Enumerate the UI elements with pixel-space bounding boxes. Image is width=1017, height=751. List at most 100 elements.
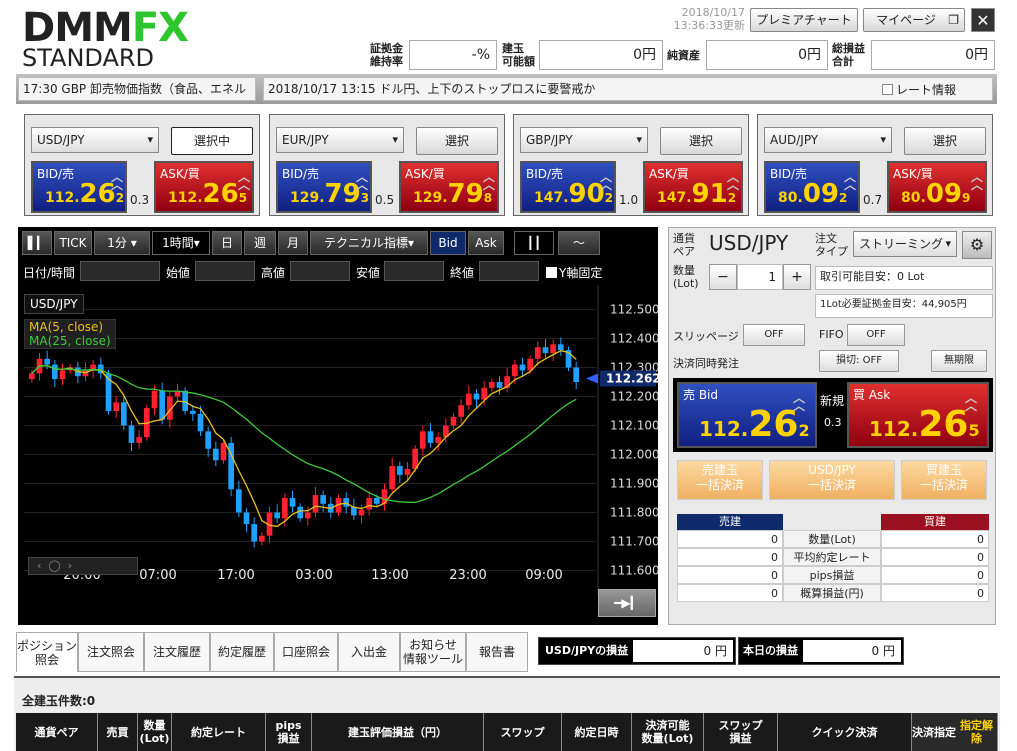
candle-body	[197, 413, 204, 432]
candle-body	[151, 390, 158, 409]
ma5-line	[31, 349, 577, 528]
candle-body	[259, 535, 265, 542]
pair-select-button[interactable]: 選択中	[171, 127, 253, 155]
pair-select-button[interactable]: 選択	[416, 127, 498, 155]
spread-value: 1.0	[619, 193, 639, 207]
order-type-label: 注文 タイプ	[815, 232, 848, 258]
chart-panel[interactable]: ▌▎ TICK 1分 ▾ 1時間▾ 日 週 月 テクニカル指標▾ Bid Ask…	[18, 227, 658, 625]
slippage-toggle[interactable]: OFF	[743, 324, 805, 346]
pair-select[interactable]: AUD/JPY	[764, 127, 892, 153]
buy-value: 0	[881, 584, 989, 602]
tab-2[interactable]: 注文履歴	[144, 632, 210, 672]
tab-6[interactable]: お知らせ 情報ツール	[400, 632, 466, 672]
ask-button[interactable]: ASK/買 112.265 ︿ ︿	[154, 161, 254, 213]
sell-bid-button[interactable]: 売 Bid 112.262 ︿ ︿	[677, 382, 817, 448]
tab-5[interactable]: 入出金	[338, 632, 400, 672]
chevron-up-icon: ︿ ︿	[793, 391, 806, 413]
pair-select[interactable]: USD/JPY	[31, 127, 159, 153]
sell-value: 0	[677, 566, 783, 584]
settle-order-label: 決済同時発注	[673, 357, 739, 370]
buy-position-settle-all-button[interactable]: 買建玉 一括決済	[901, 460, 987, 500]
position-count: 全建玉件数:0	[22, 694, 96, 708]
month-button[interactable]: 月	[278, 231, 308, 255]
candle-body	[236, 489, 242, 513]
pair-settle-all-button[interactable]: USD/JPY 一括決済	[769, 460, 895, 500]
candle-style-icon[interactable]: ▌▎	[22, 231, 52, 255]
tab-1[interactable]: 注文照会	[78, 632, 144, 672]
order-type-select[interactable]: ストリーミング	[853, 231, 957, 257]
candle-body	[220, 442, 227, 461]
settings-gear-icon[interactable]: ⚙	[962, 231, 992, 259]
quantity-input[interactable]: 1	[737, 264, 783, 290]
y-tick-label: 111.600	[610, 564, 658, 578]
col-header-11: 決済指定 指定解除	[912, 713, 998, 751]
close-button[interactable]: ✕	[971, 8, 995, 32]
chevron-up-icon: ︿ ︿	[965, 391, 978, 413]
tab-7[interactable]: 報告書	[466, 632, 528, 672]
bid-toggle[interactable]: Bid	[430, 231, 466, 255]
candle-body	[427, 431, 434, 443]
interval-1hour-select[interactable]: 1時間▾	[152, 231, 210, 255]
fifo-toggle[interactable]: OFF	[847, 324, 905, 346]
economic-ticker[interactable]: 17:30 GBP 卸売物価指数（食品、エネル	[18, 77, 256, 101]
logo-subtitle: STANDARD	[22, 44, 155, 72]
bid-button[interactable]: BID/売 80.092 ︿ ︿	[764, 161, 860, 213]
position-row-label: 平均約定レート	[783, 548, 881, 566]
col-header-2: 数量 (Lot)	[138, 713, 172, 751]
candle-body	[558, 344, 564, 351]
sell-value: 0	[677, 548, 783, 566]
clear-designation[interactable]: 指定解除	[956, 719, 997, 745]
pair-select[interactable]: GBP/JPY	[520, 127, 648, 153]
ask-button[interactable]: ASK/買 129.798 ︿ ︿	[399, 161, 499, 213]
ask-toggle[interactable]: Ask	[468, 231, 504, 255]
low-field	[384, 261, 444, 281]
candlestick-icon[interactable]: ┃┃	[514, 231, 554, 255]
net-assets-label: 純資産	[667, 49, 700, 62]
rate-info-toggle[interactable]: レート情報	[882, 81, 956, 98]
bid-button[interactable]: BID/売 112.262 ︿ ︿	[31, 161, 127, 213]
buy-ask-button[interactable]: 買 Ask 112.265 ︿ ︿	[847, 382, 989, 448]
position-row-label: 数量(Lot)	[783, 530, 881, 548]
pair-select-button[interactable]: 選択	[904, 127, 986, 155]
tab-4[interactable]: 口座照会	[274, 632, 338, 672]
y-axis-fix-checkbox[interactable]	[546, 267, 557, 278]
interval-1min-select[interactable]: 1分 ▾	[94, 231, 150, 255]
total-pl-value: 0円	[871, 40, 995, 70]
candle-body	[213, 448, 219, 461]
line-chart-icon[interactable]: 〜	[558, 231, 600, 255]
candle-body	[282, 498, 288, 519]
candle-body	[52, 364, 58, 380]
candle-body	[466, 393, 472, 406]
technical-indicator-select[interactable]: テクニカル指標▾	[310, 231, 428, 255]
y-axis-fix-toggle[interactable]: Y軸固定	[546, 264, 602, 281]
open-field	[195, 261, 255, 281]
sell-position-settle-all-button[interactable]: 売建玉 一括決済	[677, 460, 763, 500]
update-time: 2018/10/17 13:36:33更新	[673, 6, 745, 32]
pair-panel-0: USD/JPY 選択中 BID/売 112.262 ︿︿ 0.3 ASK/買 1…	[24, 114, 260, 216]
bid-button[interactable]: BID/売 147.902 ︿ ︿	[520, 161, 616, 213]
week-button[interactable]: 週	[244, 231, 276, 255]
tick-button[interactable]: TICK	[54, 231, 92, 255]
tab-3[interactable]: 約定履歴	[210, 632, 274, 672]
ask-price: 147.912	[657, 179, 737, 209]
day-button[interactable]: 日	[212, 231, 242, 255]
pair-select[interactable]: EUR/JPY	[276, 127, 404, 153]
qty-plus-button[interactable]: +	[783, 264, 811, 290]
ask-button[interactable]: ASK/買 147.912 ︿ ︿	[643, 161, 743, 213]
order-spread: 0.3	[824, 416, 842, 429]
stop-loss-toggle[interactable]: 損切: OFF	[819, 350, 899, 372]
candle-body	[542, 347, 549, 353]
mypage-button[interactable]: マイページ ❐	[863, 8, 965, 32]
pair-select-button[interactable]: 選択	[660, 127, 742, 155]
qty-minus-button[interactable]: −	[709, 264, 737, 290]
premium-chart-button[interactable]: プレミアチャート	[750, 8, 858, 32]
candle-body	[519, 364, 526, 371]
tab-0[interactable]: ポジション 照会	[16, 632, 78, 672]
chart-scrollbar[interactable]: ‹ ◯ ›	[28, 557, 138, 575]
scroll-to-latest-button[interactable]: ━▶▎	[598, 589, 656, 617]
candle-body	[535, 347, 541, 359]
expiry-select[interactable]: 無期限	[931, 350, 987, 372]
bid-button[interactable]: BID/売 129.793 ︿ ︿	[276, 161, 372, 213]
rate-info-checkbox[interactable]	[882, 84, 893, 95]
ask-button[interactable]: ASK/買 80.099 ︿ ︿	[887, 161, 987, 213]
